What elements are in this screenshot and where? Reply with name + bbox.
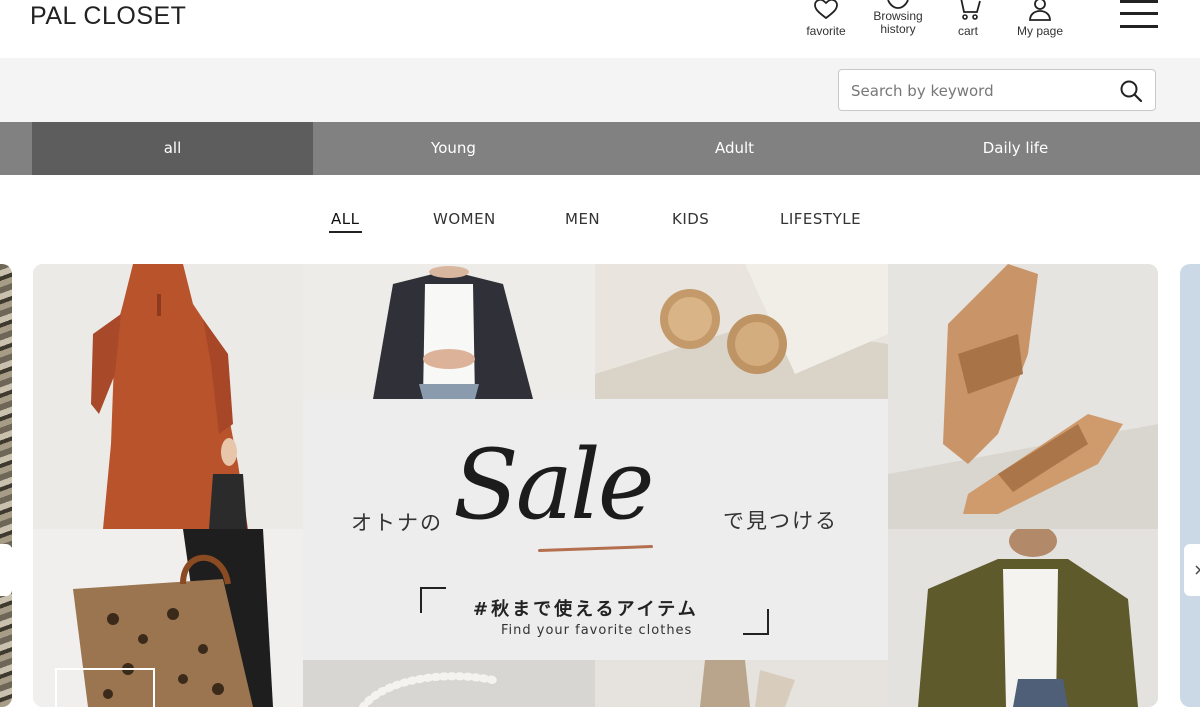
banner-sale-underline [537,544,654,553]
search-icon[interactable] [1119,79,1143,103]
subnav-lifestyle[interactable]: LIFESTYLE [780,210,861,228]
banner-hashtag: #秋まで使えるアイテム [473,599,699,620]
chevron-right-icon [1195,565,1200,575]
search-box [838,69,1156,111]
hamburger-line [1120,25,1158,28]
favorite-label: favorite [806,24,846,38]
heart-icon [814,0,838,20]
sale-banner[interactable]: オトナの Sale で見つける #秋まで使えるアイテム Find your fa… [33,264,1158,707]
subnav-women[interactable]: WOMEN [433,210,496,228]
cart-button[interactable]: cart [947,0,989,38]
carousel-next-arrow[interactable] [1184,544,1200,596]
subnav-active-indicator [329,231,362,233]
subnav-all[interactable]: ALL [331,210,359,228]
pearl-necklace-illustration [303,660,595,707]
banner-text-right: で見つける [723,509,838,533]
cart-label: cart [957,24,978,38]
user-icon [1029,0,1051,21]
carousel-prev-slide[interactable] [0,264,12,707]
search-bar-area [0,58,1200,122]
my-page-label: My page [1016,24,1064,38]
banner-photo-earrings [595,264,888,399]
category-tabs: all Young Adult Daily life [0,122,1200,175]
banner-photo-leopard-bag [33,529,303,707]
bracket-bottom-right [743,609,769,635]
banner-subline: Find your favorite clothes [501,623,693,638]
banner-sale-word: Sale [453,429,655,541]
hamburger-line [1120,0,1158,3]
cart-icon [960,0,981,20]
tab-daily-life[interactable]: Daily life [875,122,1156,175]
dress-illustration [33,264,303,529]
olive-jacket-illustration [888,529,1158,707]
carousel-prev-arrow[interactable] [0,544,12,596]
search-input[interactable] [851,79,1111,103]
browsing-history-button[interactable]: Browsing history [866,0,930,36]
earrings-illustration [595,264,888,399]
tab-adult[interactable]: Adult [594,122,875,175]
history-label-line2: history [880,22,916,36]
subnav-men[interactable]: MEN [565,210,600,228]
banner-photo-olive-jacket [888,529,1158,707]
banner-photo-cardigan [303,264,595,399]
banner-photo-pearl-necklace [303,660,595,707]
carousel-next-slide[interactable] [1180,264,1200,707]
tab-all[interactable]: all [32,122,313,175]
favorite-button[interactable]: favorite [800,0,852,38]
subnav-kids[interactable]: KIDS [672,210,709,228]
leopard-bag-illustration [33,529,303,707]
bottom-model-illustration [595,660,888,707]
cardigan-illustration [303,264,595,399]
my-page-button[interactable]: My page [1008,0,1072,38]
hamburger-menu-icon[interactable] [1120,0,1158,32]
sandals-illustration [888,264,1158,529]
banner-photo-sandals [888,264,1158,529]
hamburger-line [1120,12,1158,15]
banner-photo-bottom-model [595,660,888,707]
banner-photo-dress [33,264,303,529]
banner-text-left: オトナの [351,511,443,535]
tab-young[interactable]: Young [313,122,594,175]
bracket-top-left [420,587,446,613]
banner-text-panel: オトナの Sale で見つける #秋まで使えるアイテム Find your fa… [303,399,888,660]
site-header: PAL CLOSET favorite Browsing history car… [0,0,1200,58]
site-logo[interactable]: PAL CLOSET [30,2,186,31]
